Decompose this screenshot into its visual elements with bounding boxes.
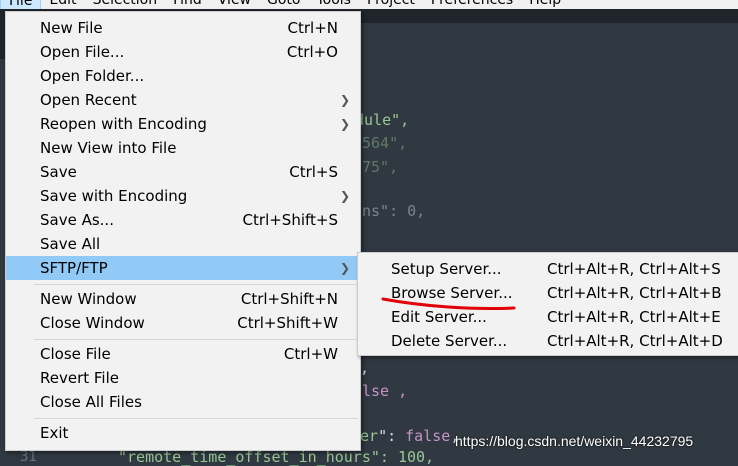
menu-item-label: New Window [40,290,137,308]
menu-project[interactable]: Project [359,0,423,9]
menu-item-new-window[interactable]: New Window Ctrl+Shift+N [6,287,360,311]
menu-item-label: New File [40,19,103,37]
menu-item-shortcut: Ctrl+W [283,345,338,363]
menu-separator [34,418,358,419]
menu-item-new-file[interactable]: New File Ctrl+N [6,16,360,40]
menu-selection[interactable]: Selection [85,0,166,9]
menu-find[interactable]: Find [165,0,210,9]
menu-separator [34,284,358,285]
menu-item-save-as[interactable]: Save As... Ctrl+Shift+S [6,208,360,232]
menu-item-label: Open Folder... [40,67,145,85]
chevron-right-icon: ❯ [339,93,350,107]
submenu-item-shortcut: Ctrl+Alt+R, Ctrl+Alt+B [547,284,722,302]
menu-item-label: Reopen with Encoding [40,115,207,133]
code-fragment: ns": 0, [362,202,426,220]
code-fragment: 564", [362,134,408,152]
menu-item-label: Save [40,163,77,181]
menu-item-sftp-ftp[interactable]: SFTP/FTP ❯ [6,256,360,280]
menu-item-open-folder[interactable]: Open Folder... [6,64,360,88]
code-fragment: er": false, [360,427,460,445]
menu-item-label: New View into File [40,139,177,157]
code-fragment: dule", [355,111,410,129]
menu-item-save-with-encoding[interactable]: Save with Encoding ❯ [6,184,360,208]
submenu-item-label: Delete Server... [391,332,508,350]
menu-item-shortcut: Ctrl+Shift+N [240,290,338,308]
menu-item-save[interactable]: Save Ctrl+S [6,160,360,184]
menu-item-save-all[interactable]: Save All [6,232,360,256]
submenu-item-shortcut: Ctrl+Alt+R, Ctrl+Alt+E [547,308,721,326]
menu-bar: File Edit Selection Find View Goto Tools… [0,0,738,9]
menu-item-label: Open Recent [40,91,137,109]
menu-item-label: Revert File [40,369,119,387]
menu-item-shortcut: Ctrl+O [286,43,338,61]
line-number: 31 [20,449,37,465]
chevron-right-icon: ❯ [339,261,350,275]
chevron-right-icon: ❯ [339,117,350,131]
submenu-item-setup-server[interactable]: Setup Server... Ctrl+Alt+R, Ctrl+Alt+S [358,257,738,281]
menu-item-shortcut: Ctrl+N [287,19,338,37]
menu-item-close-all-files[interactable]: Close All Files [6,390,360,414]
menu-item-label: SFTP/FTP [40,259,108,277]
menu-edit[interactable]: Edit [41,0,84,9]
menu-item-label: Close Window [40,314,145,332]
menu-item-label: Save with Encoding [40,187,188,205]
chevron-right-icon: ❯ [339,189,350,203]
menu-item-label: Close File [40,345,111,363]
menu-item-label: Save All [40,235,101,253]
menu-item-label: Save As... [40,211,114,229]
menu-item-shortcut: Ctrl+Shift+S [242,211,338,229]
submenu-item-label: Setup Server... [391,260,502,278]
menu-item-close-file[interactable]: Close File Ctrl+W [6,342,360,366]
menu-item-reopen-with-encoding[interactable]: Reopen with Encoding ❯ [6,112,360,136]
menu-file[interactable]: File [0,0,42,9]
menu-item-close-window[interactable]: Close Window Ctrl+Shift+W [6,311,360,335]
menu-item-shortcut: Ctrl+Shift+W [237,314,338,332]
menu-item-label: Open File... [40,43,125,61]
menu-item-exit[interactable]: Exit [6,421,360,445]
menu-view[interactable]: View [210,0,259,9]
red-underline-annotation [381,297,516,311]
submenu-item-delete-server[interactable]: Delete Server... Ctrl+Alt+R, Ctrl+Alt+D [358,329,738,353]
menu-item-shortcut: Ctrl+S [289,163,338,181]
menu-goto[interactable]: Goto [259,0,308,9]
menu-item-revert-file[interactable]: Revert File [6,366,360,390]
code-fragment: 75", [362,158,399,176]
menu-item-open-file[interactable]: Open File... Ctrl+O [6,40,360,64]
menu-separator [34,339,358,340]
menu-item-label: Exit [40,424,69,442]
code-fragment: , [360,359,370,377]
submenu-item-shortcut: Ctrl+Alt+R, Ctrl+Alt+S [547,260,721,278]
code-fragment: lse , [362,382,408,400]
menu-item-label: Close All Files [40,393,142,411]
menu-help[interactable]: Help [521,0,569,9]
submenu-item-shortcut: Ctrl+Alt+R, Ctrl+Alt+D [547,332,723,350]
menu-tools[interactable]: Tools [308,0,359,9]
watermark-text: https://blog.csdn.net/weixin_44232795 [455,433,694,449]
menu-preferences[interactable]: Preferences [423,0,521,9]
file-menu: New File Ctrl+N Open File... Ctrl+O Open… [5,11,361,451]
menu-item-new-view-into-file[interactable]: New View into File [6,136,360,160]
menu-item-open-recent[interactable]: Open Recent ❯ [6,88,360,112]
